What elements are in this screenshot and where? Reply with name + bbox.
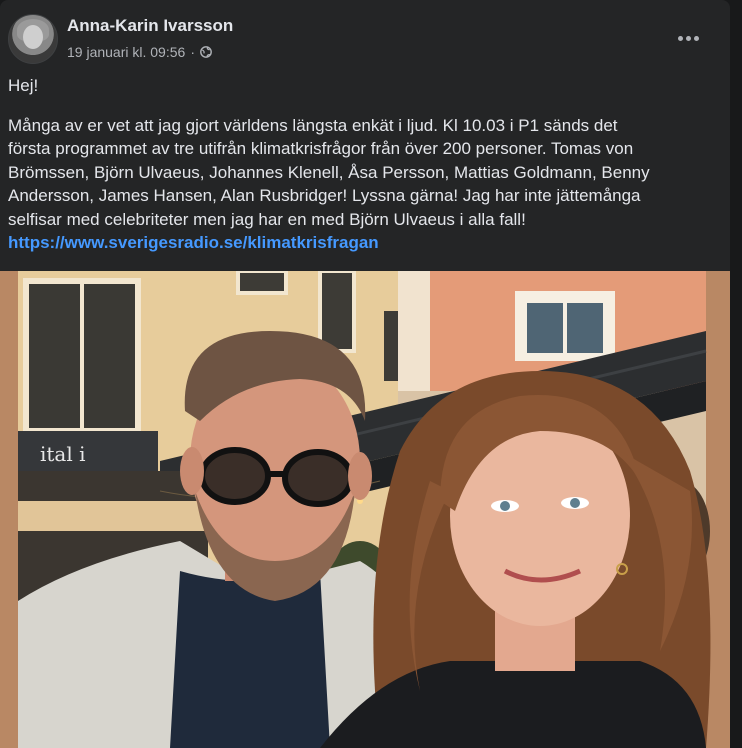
post-text-line: Brömssen, Björn Ulvaeus, Johannes Klenel… [8,162,650,182]
more-options-icon [677,35,699,41]
post-photo[interactable]: ital i [0,271,730,748]
author-avatar[interactable] [8,14,58,64]
post-header: Anna-Karin Ivarsson 19 januari kl. 09:56… [8,14,720,64]
post-text-line: Andersson, James Hansen, Alan Rusbridger… [8,186,641,205]
post-text-line: selfisar med celebriteter men jag har en… [8,209,526,229]
svg-text:ital i: ital i [40,442,86,466]
post-text-line: Många av er vet att jag gjort världens l… [8,115,618,135]
globe-icon[interactable] [200,46,212,58]
post-meta: 19 januari kl. 09:56 · [67,44,212,60]
more-options-button[interactable] [670,20,706,56]
post-greeting: Hej! [8,76,39,95]
post-link[interactable]: https://www.sverigesradio.se/klimatkrisf… [8,233,379,252]
author-name[interactable]: Anna-Karin Ivarsson [67,16,233,36]
post-card: Anna-Karin Ivarsson 19 januari kl. 09:56… [0,0,730,748]
meta-separator: · [190,44,195,60]
post-text: Hej! Många av er vet att jag gjort värld… [8,74,720,255]
post-text-line: första programmet av tre utifrån klimatk… [8,139,634,158]
selfie-photo: ital i [0,271,730,748]
post-timestamp[interactable]: 19 januari kl. 09:56 [67,44,185,60]
